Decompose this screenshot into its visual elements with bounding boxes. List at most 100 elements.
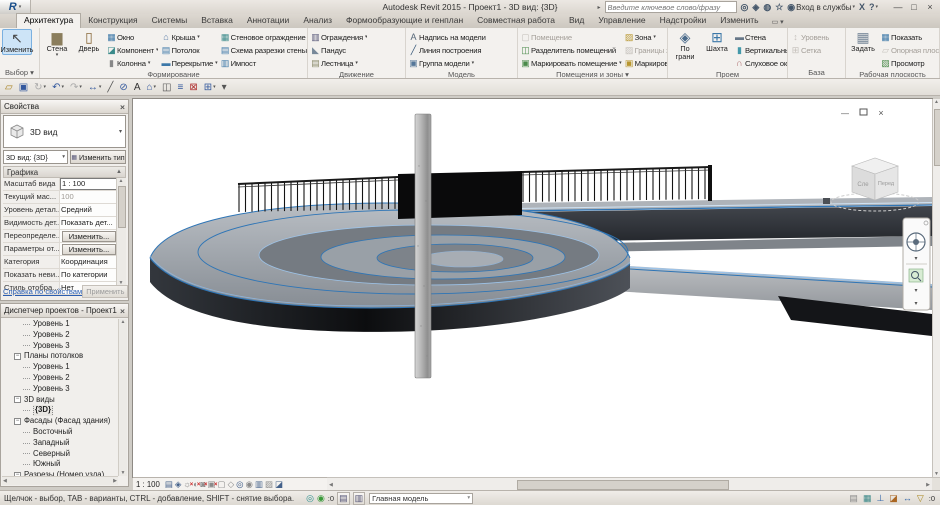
properties-help-link[interactable]: Справка по свойствам	[3, 287, 82, 296]
floor-button[interactable]: ▬Перекрытие▾	[160, 57, 217, 69]
shadows-icon[interactable]: ◐×	[193, 479, 198, 489]
crop-view-icon[interactable]: ▣×	[208, 479, 216, 489]
wall-opening-button[interactable]: ▬Стена	[734, 31, 788, 43]
scroll-up-icon[interactable]: ▲	[121, 319, 126, 325]
tag-room-button[interactable]: ▣Маркировать помещение▾	[520, 57, 622, 69]
visual-style-icon[interactable]: ◈	[175, 479, 182, 489]
application-menu-button[interactable]: R ▾	[0, 0, 31, 14]
ceiling-button[interactable]: ▤Потолок	[160, 44, 217, 56]
tag-by-category-icon[interactable]: ⊘	[119, 82, 127, 93]
navbar-more-icon[interactable]: ▾	[914, 301, 917, 307]
tab-view[interactable]: Вид	[562, 14, 591, 28]
view-scale-button[interactable]: 1 : 100	[136, 480, 160, 489]
infocenter-collapse-icon[interactable]: ▸	[598, 4, 601, 11]
drag-on-selection-icon[interactable]: ↔	[903, 493, 912, 503]
close-hidden-windows-icon[interactable]: ⊠	[189, 82, 197, 93]
save-icon[interactable]: ▣	[19, 82, 28, 93]
window-button[interactable]: ▦Окно	[106, 31, 158, 43]
tab-manage[interactable]: Управление	[591, 14, 652, 28]
tab-addins[interactable]: Надстройки	[653, 14, 714, 28]
column-button[interactable]: ▮Колонна▾	[106, 57, 158, 69]
viewer-button[interactable]: ▧Просмотр	[880, 57, 940, 69]
tab-insert[interactable]: Вставка	[194, 14, 240, 28]
tree-expander-icon[interactable]: −	[14, 353, 21, 360]
property-value[interactable]: Изменить...	[62, 231, 116, 242]
show-workplane-button[interactable]: ▦Показать	[880, 31, 940, 43]
area-button[interactable]: ▨Зона▾	[624, 31, 668, 43]
design-options-icon[interactable]: ▥	[353, 492, 366, 505]
property-value[interactable]: Изменить...	[62, 244, 116, 255]
select-by-face-icon[interactable]: ◪	[889, 493, 898, 503]
view-restore-icon[interactable]	[860, 109, 867, 115]
default-3d-view-icon[interactable]: ⌂▾	[146, 82, 156, 93]
rendering-dialog-icon[interactable]: ◙×	[200, 479, 205, 489]
select-underlay-icon[interactable]: ▦	[863, 493, 872, 503]
model-line-button[interactable]: ╱Линия построения	[408, 44, 486, 56]
model-text-button[interactable]: AНадпись на модели	[408, 31, 486, 43]
maximize-button[interactable]: □	[906, 2, 922, 12]
property-value[interactable]: Средний	[60, 204, 117, 216]
browser-item[interactable]: −3D виды	[3, 395, 118, 406]
tab-systems[interactable]: Системы	[145, 14, 195, 28]
ramp-button[interactable]: ◣Пандус	[310, 44, 367, 56]
detail-line-icon[interactable]: ╱	[107, 82, 113, 93]
canvas-vertical-scrollbar[interactable]: ▲ ▼	[932, 99, 940, 477]
tag-area-button[interactable]: ▣Маркировать зону▾	[624, 57, 668, 69]
graphics-group-header[interactable]: Графика ▲	[3, 166, 126, 178]
detail-level-icon[interactable]: ▤	[165, 479, 173, 489]
panel-room-area-label[interactable]: Помещения и зоны ▾	[518, 69, 667, 78]
curtain-grid-button[interactable]: ▤Схема разрезки стены	[220, 44, 307, 56]
unlocked-3d-view-icon[interactable]: ◇	[228, 479, 235, 489]
property-value[interactable]: Координация	[60, 256, 117, 268]
room-separator-button[interactable]: ◫Разделитель помещений	[520, 44, 622, 56]
undo-icon[interactable]: ↶▾	[52, 82, 64, 93]
properties-scrollbar[interactable]: ▲ ▼	[116, 178, 126, 286]
scrollbar-thumb[interactable]	[934, 109, 940, 166]
scroll-right-icon[interactable]: ▶	[926, 482, 930, 488]
browser-item[interactable]: Уровень 1	[3, 362, 118, 373]
property-value[interactable]: Показать дет...	[60, 217, 117, 229]
zoom-button[interactable]	[909, 269, 923, 282]
browser-item[interactable]: Северный	[3, 449, 118, 460]
tab-analyze[interactable]: Анализ	[296, 14, 339, 28]
search-icon[interactable]: ◎	[741, 2, 749, 13]
railing-button[interactable]: ▥Ограждения▾	[310, 31, 367, 43]
property-value[interactable]: 1 : 100	[60, 178, 117, 190]
wheel-dropdown-icon[interactable]: ▾	[914, 256, 917, 262]
switch-windows-icon[interactable]: ⊞▾	[204, 82, 216, 93]
panel-opening-label[interactable]: Проем	[668, 69, 787, 78]
shaft-button[interactable]: ⊞Шахта	[702, 29, 732, 53]
steering-wheel-button[interactable]	[907, 233, 925, 251]
scrollbar-thumb[interactable]	[517, 480, 729, 490]
favorites-icon[interactable]: ☆	[775, 2, 783, 13]
scroll-up-icon[interactable]: ▲	[117, 178, 125, 184]
zoom-dropdown-icon[interactable]: ▾	[914, 288, 917, 294]
exchange-apps-icon[interactable]: X	[859, 2, 865, 12]
3d-view[interactable]: Сле Перед ▾ ▾	[133, 106, 932, 477]
thin-lines-icon[interactable]: ≡	[178, 82, 184, 93]
temporary-hide-isolate-icon[interactable]: ◎	[236, 479, 243, 489]
edit-type-button[interactable]: ▦ Изменить тип	[70, 150, 126, 164]
view-selector-dropdown[interactable]: 3D вид: {3D} ▾	[3, 150, 68, 164]
browser-item[interactable]: −Планы потолков	[3, 351, 118, 362]
tab-annotate[interactable]: Аннотации	[240, 14, 297, 28]
scrollbar-thumb[interactable]	[118, 186, 126, 228]
minimize-button[interactable]: —	[890, 2, 906, 12]
design-option-select[interactable]: Главная модель ▾	[369, 493, 473, 504]
column-3d[interactable]	[415, 114, 431, 378]
browser-item[interactable]: Восточный	[3, 427, 118, 438]
worksets-icon[interactable]: ▤	[337, 492, 350, 505]
infocenter-search-input[interactable]	[605, 1, 737, 13]
select-links-icon[interactable]: ▤	[849, 493, 858, 503]
close-properties-icon[interactable]: ×	[120, 102, 125, 112]
collapse-group-icon[interactable]: ▲	[116, 169, 122, 175]
editable-elements-icon[interactable]: ◉	[317, 493, 325, 503]
browser-horizontal-scrollbar[interactable]: ◀▶	[2, 476, 118, 485]
measure-icon[interactable]: ↔▾	[88, 82, 102, 93]
dormer-button[interactable]: ∩Слуховое окно	[734, 57, 788, 69]
drawing-area[interactable]: Сле Перед ▾ ▾	[133, 99, 932, 477]
modify-button[interactable]: ↖Изменить	[2, 29, 32, 55]
stair-button[interactable]: ▤Лестница▾	[310, 57, 367, 69]
canvas-horizontal-scrollbar[interactable]: ◀ ▶	[327, 477, 932, 490]
browser-item[interactable]: Уровень 2	[3, 330, 118, 341]
